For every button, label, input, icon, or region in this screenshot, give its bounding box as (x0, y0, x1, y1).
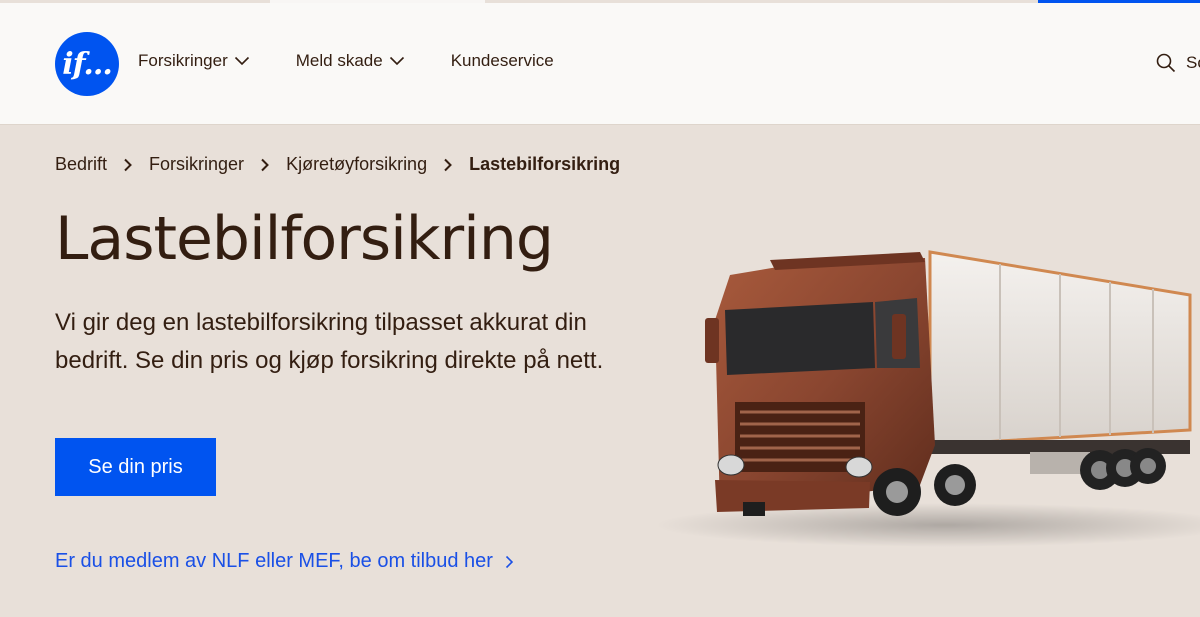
nav-item-label: Kundeservice (450, 51, 554, 70)
truck-image (645, 240, 1200, 560)
page-title: Lastebilforsikring (55, 204, 554, 274)
member-offer-link-label: Er du medlem av NLF eller MEF, be om til… (55, 550, 493, 572)
breadcrumb: Bedrift Forsikringer Kjøretøyforsikring … (55, 154, 620, 175)
nav-item-label: Meld skade (295, 51, 383, 70)
site-header: if... Forsikringer Meld skade Kundeservi… (0, 3, 1200, 125)
truck-illustration (655, 250, 1200, 547)
nav-item-label: Forsikringer (138, 51, 228, 70)
if-logo[interactable]: if... (55, 32, 119, 96)
search-icon (1156, 53, 1176, 73)
chevron-right-icon (123, 158, 133, 172)
chevron-down-icon (234, 56, 249, 66)
main-nav: Forsikringer Meld skade Kundeservice (138, 51, 600, 71)
search-button[interactable]: So (1156, 53, 1200, 73)
member-offer-link[interactable]: Er du medlem av NLF eller MEF, be om til… (55, 550, 514, 573)
nav-item-kundeservice[interactable]: Kundeservice (451, 51, 554, 71)
chevron-right-icon (260, 158, 270, 172)
nav-item-meld-skade[interactable]: Meld skade (296, 51, 405, 71)
chevron-down-icon (389, 56, 404, 66)
chevron-right-icon (505, 555, 514, 568)
breadcrumb-item-bedrift[interactable]: Bedrift (55, 154, 107, 175)
nav-item-forsikringer[interactable]: Forsikringer (138, 51, 250, 71)
breadcrumb-item-kjoretoyforsikring[interactable]: Kjøretøyforsikring (286, 154, 427, 175)
search-label: So (1186, 53, 1200, 72)
chevron-right-icon (443, 158, 453, 172)
breadcrumb-current: Lastebilforsikring (469, 154, 621, 174)
see-price-button[interactable]: Se din pris (55, 438, 216, 496)
breadcrumb-item-forsikringer[interactable]: Forsikringer (149, 154, 244, 175)
hero-lead-text: Vi gir deg en lastebilforsikring tilpass… (55, 309, 604, 374)
